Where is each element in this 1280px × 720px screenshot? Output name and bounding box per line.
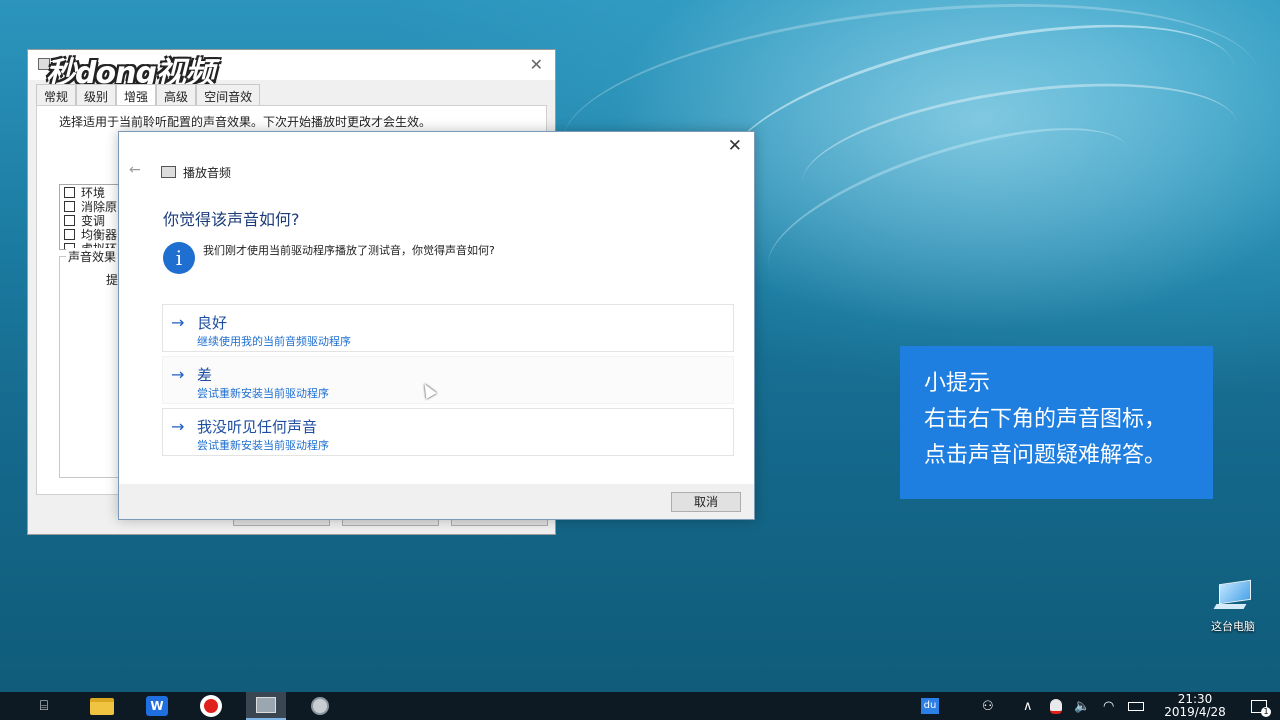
properties-tabs: 常规 级别 增强 高级 空间音效 [36, 84, 261, 106]
group-text: 提 [106, 273, 119, 287]
audio-troubleshooter-task-icon[interactable] [246, 692, 286, 720]
info-icon: i [163, 242, 195, 274]
dialog-footer: 取消 [119, 484, 754, 519]
wps-icon[interactable]: W [144, 692, 170, 720]
enhancements-description: 选择适用于当前聆听配置的声音效果。下次开始播放时更改才会生效。 [59, 115, 432, 129]
qq-icon[interactable] [1050, 692, 1062, 720]
option-subtitle: 继续使用我的当前音频驱动程序 [197, 335, 351, 348]
computer-icon [1213, 579, 1253, 610]
option-good[interactable]: → 良好 继续使用我的当前音频驱动程序 [162, 304, 734, 352]
option-no-sound[interactable]: → 我没听见任何声音 尝试重新安装当前驱动程序 [162, 408, 734, 456]
arrow-right-icon: → [171, 417, 185, 436]
info-message: 我们刚才使用当前驱动程序播放了测试音，你觉得声音如何? [203, 244, 495, 257]
arrow-right-icon: → [171, 313, 185, 332]
page-title: 你觉得该声音如何? [163, 210, 300, 229]
option-subtitle: 尝试重新安装当前驱动程序 [197, 439, 329, 452]
tab-general[interactable]: 常规 [36, 84, 77, 106]
group-label: 声音效果 [66, 248, 119, 265]
dialog-title: 播放音频 [183, 166, 232, 180]
volume-icon[interactable]: 🔈 [1074, 692, 1090, 720]
tip-line: 点击声音问题疑难解答。 [924, 443, 1167, 468]
option-title: 我没听见任何声音 [197, 418, 318, 436]
checkbox[interactable] [64, 228, 75, 240]
file-explorer-icon[interactable] [88, 692, 116, 720]
option-subtitle: 尝试重新安装当前驱动程序 [197, 387, 329, 400]
desktop-icon-label: 这台电脑 [1211, 620, 1255, 633]
tip-title: 小提示 [924, 371, 991, 396]
tip-line: 右击右下角的声音图标， [924, 407, 1167, 432]
chevron-up-icon[interactable]: ∧ [1023, 692, 1033, 720]
playing-audio-dialog: ✕ ← 播放音频 你觉得该声音如何? i 我们刚才使用当前驱动程序播放了测试音，… [118, 131, 755, 520]
checkbox[interactable] [64, 200, 75, 212]
notification-icon[interactable]: 1 [1248, 692, 1271, 720]
close-icon[interactable]: ✕ [530, 55, 543, 74]
taskbar-clock[interactable]: 21:30 2019/4/28 [1156, 693, 1234, 719]
tip-box: 小提示 右击右下角的声音图标， 点击声音问题疑难解答。 [900, 346, 1213, 499]
troubleshooter-icon [161, 166, 176, 178]
battery-icon[interactable] [1128, 692, 1144, 720]
cancel-button[interactable]: 取消 [671, 492, 741, 512]
option-bad[interactable]: → 差 尝试重新安装当前驱动程序 [162, 356, 734, 404]
wifi-icon[interactable]: ◠ [1103, 692, 1114, 720]
notification-badge: 1 [1261, 706, 1271, 717]
tab-enhancements[interactable]: 增强 [116, 84, 157, 106]
arrow-right-icon: → [171, 365, 185, 384]
tab-spatial-sound[interactable]: 空间音效 [196, 84, 261, 106]
people-icon[interactable]: ⚇ [982, 692, 994, 720]
close-icon[interactable]: ✕ [728, 136, 742, 156]
taskbar: ⌸ W du ⚇ ∧ 🔈 ◠ 21:30 2019/4/28 1 [0, 692, 1280, 720]
back-arrow-icon[interactable]: ← [129, 162, 141, 178]
speaker-app-task-icon[interactable] [306, 692, 334, 720]
sound-properties-titlebar: 秒dong视频 ✕ [28, 50, 555, 91]
task-view-icon[interactable]: ⌸ [33, 692, 55, 720]
baidu-tray-icon[interactable]: du [918, 692, 942, 720]
option-title: 良好 [197, 314, 228, 332]
checkbox[interactable] [64, 214, 75, 226]
clock-date: 2019/4/28 [1164, 705, 1226, 719]
tab-advanced[interactable]: 高级 [156, 84, 197, 106]
screen-recorder-icon[interactable] [198, 692, 224, 720]
tab-levels[interactable]: 级别 [76, 84, 117, 106]
checkbox[interactable] [64, 186, 75, 198]
option-title: 差 [197, 366, 213, 384]
this-pc-desktop-icon[interactable]: 这台电脑 [1198, 579, 1268, 634]
